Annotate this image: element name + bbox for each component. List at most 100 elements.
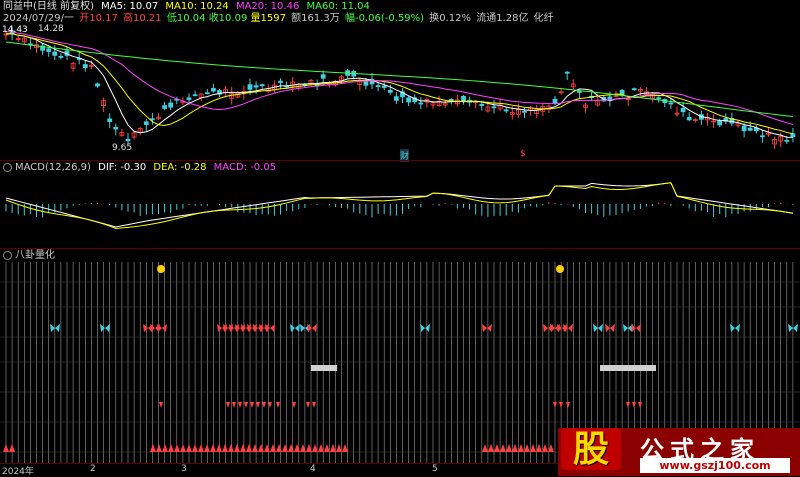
candle-body bbox=[491, 106, 497, 109]
candle-body bbox=[259, 84, 265, 87]
red-triangle bbox=[9, 444, 15, 452]
candle-body bbox=[406, 97, 412, 103]
candle-body bbox=[162, 105, 168, 109]
dea-line bbox=[5, 182, 793, 229]
stock-name[interactable]: 同益中(日线 前复权) bbox=[3, 1, 94, 12]
quote-amount: 额161.3万 bbox=[291, 13, 340, 24]
candle-body bbox=[52, 51, 58, 56]
red-triangle bbox=[506, 444, 512, 452]
candle-body bbox=[790, 133, 796, 138]
marker-dollar[interactable]: $ bbox=[520, 149, 526, 159]
candle-body bbox=[747, 127, 753, 131]
red-triangle bbox=[518, 444, 524, 452]
ma20-line bbox=[5, 31, 794, 125]
red-marker bbox=[626, 402, 630, 408]
candle-body bbox=[461, 95, 466, 102]
bagua-title: 八卦量化 bbox=[15, 250, 55, 261]
low-price-label: 9.65 bbox=[112, 143, 133, 153]
candle-body bbox=[717, 120, 723, 126]
macd-title: MACD(12,26,9) bbox=[15, 162, 91, 173]
ma60-line bbox=[5, 41, 793, 118]
macd-dea: DEA: -0.28 bbox=[153, 162, 207, 173]
candle-body bbox=[46, 48, 52, 52]
red-triangle bbox=[258, 444, 264, 452]
signal-bar bbox=[600, 365, 656, 371]
candle-body bbox=[760, 135, 765, 138]
candle-body bbox=[58, 55, 64, 58]
red-marker bbox=[262, 402, 266, 408]
macd-dif: DIF: -0.30 bbox=[98, 162, 147, 173]
red-marker bbox=[256, 402, 260, 408]
x-label-year: 2024年 bbox=[2, 467, 34, 477]
red-triangle bbox=[288, 444, 294, 452]
red-marker bbox=[632, 402, 636, 408]
red-triangle bbox=[342, 444, 348, 452]
macd-title-bar: MACD(12,26,9) DIF: -0.30 DEA: -0.28 MACD… bbox=[3, 162, 276, 174]
butterfly-icon bbox=[730, 324, 740, 332]
quote-date: 2024/07/29/一 bbox=[3, 13, 75, 24]
butterfly-icon bbox=[307, 324, 317, 332]
candle-body bbox=[577, 91, 582, 93]
butterfly-icon bbox=[420, 324, 430, 332]
red-triangle bbox=[198, 444, 204, 452]
signal-bar bbox=[311, 365, 337, 371]
butterfly-icon bbox=[482, 324, 492, 332]
bagua-title-bar: 八卦量化 bbox=[3, 250, 55, 262]
candle-body bbox=[387, 89, 393, 93]
candle-body bbox=[503, 109, 509, 112]
red-marker bbox=[268, 402, 272, 408]
candle-body bbox=[741, 125, 747, 132]
red-triangle bbox=[270, 444, 276, 452]
red-triangle bbox=[192, 444, 198, 452]
quote-close: 收10.09 bbox=[208, 13, 248, 24]
separator-1 bbox=[0, 160, 800, 161]
price-chart[interactable] bbox=[0, 24, 800, 160]
candle-body bbox=[253, 85, 259, 88]
red-triangle bbox=[204, 444, 210, 452]
red-triangle bbox=[210, 444, 216, 452]
panel-toggle-icon[interactable] bbox=[3, 162, 12, 172]
candle-body bbox=[320, 74, 326, 79]
red-marker bbox=[250, 402, 254, 408]
candle-body bbox=[113, 126, 119, 130]
candle-body bbox=[95, 83, 100, 87]
logo-mark: 股 bbox=[561, 428, 621, 470]
red-marker bbox=[159, 402, 163, 408]
macd-chart[interactable] bbox=[0, 174, 800, 248]
red-marker bbox=[312, 402, 316, 408]
red-triangle bbox=[234, 444, 240, 452]
signal-dot bbox=[157, 265, 165, 273]
candle-body bbox=[82, 64, 88, 69]
high-price-label: 14.28 bbox=[38, 24, 64, 34]
candle-body bbox=[381, 85, 387, 88]
x-label-mar: 3 bbox=[181, 464, 187, 474]
candle-body bbox=[784, 139, 790, 142]
red-marker bbox=[232, 402, 236, 408]
candle-body bbox=[686, 116, 692, 121]
butterfly-icon bbox=[265, 324, 275, 332]
candle-body bbox=[479, 103, 485, 106]
x-label-apr: 4 bbox=[310, 464, 316, 474]
red-triangle bbox=[228, 444, 234, 452]
price-header: 同益中(日线 前复权) MA5: 10.07 MA10: 10.24 MA20:… bbox=[3, 1, 370, 13]
red-triangle bbox=[512, 444, 518, 452]
ma10-value: MA10: 10.24 bbox=[165, 1, 229, 12]
panel-toggle-icon[interactable] bbox=[3, 250, 12, 260]
quote-industry: 化纤 bbox=[533, 13, 554, 24]
x-label-may: 5 bbox=[432, 464, 438, 474]
quote-float: 流通1.28亿 bbox=[476, 13, 529, 24]
candle-body bbox=[204, 92, 210, 95]
red-triangle bbox=[524, 444, 530, 452]
candle-body bbox=[168, 102, 174, 108]
red-marker bbox=[226, 402, 230, 408]
red-triangle bbox=[482, 444, 488, 452]
red-triangle bbox=[294, 444, 300, 452]
butterfly-icon bbox=[100, 324, 110, 332]
candle-body bbox=[522, 110, 527, 113]
red-triangle bbox=[168, 444, 174, 452]
candle-body bbox=[149, 118, 155, 121]
red-marker bbox=[244, 402, 248, 408]
red-triangle bbox=[282, 444, 288, 452]
red-triangle bbox=[186, 444, 192, 452]
red-marker bbox=[238, 402, 242, 408]
